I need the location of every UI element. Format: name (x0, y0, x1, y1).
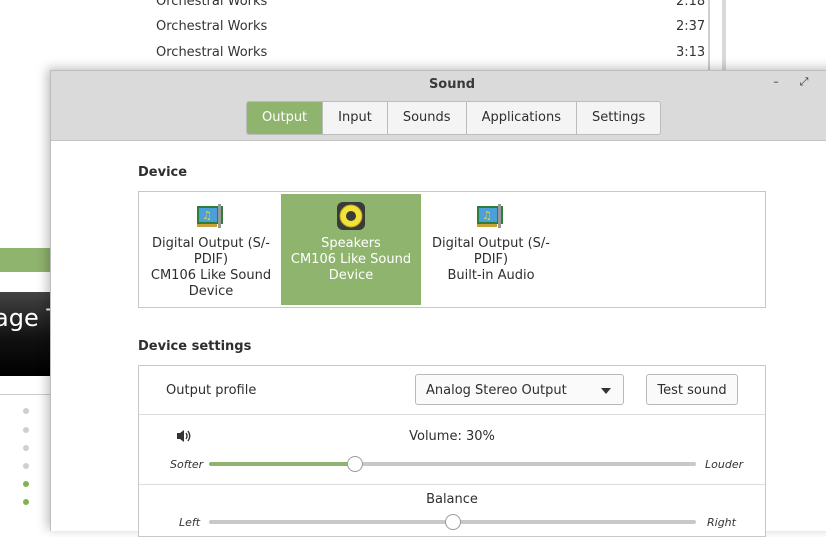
background-scrollbar[interactable] (708, 0, 710, 70)
track-duration: 2:37 (676, 19, 706, 34)
device-label: Speakers CM106 Like Sound Device (290, 236, 412, 283)
sound-dialog: Sound – ⤢ Output Input Sounds Applicatio… (50, 70, 826, 537)
test-sound-button[interactable]: Test sound (646, 374, 738, 405)
device-label: Digital Output (S/-PDIF) Built-in Audio (432, 236, 550, 283)
volume-slider-fill (209, 462, 356, 466)
balance-slider-handle[interactable] (444, 514, 461, 530)
background-window-edge (722, 0, 726, 70)
track-name: Orchestral Works (156, 19, 268, 34)
track-duration: 3:13 (676, 45, 706, 60)
balance-left-label: Left (179, 516, 201, 529)
list-item[interactable]: Orchestral Works 3:13 (156, 45, 705, 60)
svg-text:♫: ♫ (482, 209, 492, 222)
list-item[interactable]: Orchestral Works 2:18 (156, 0, 705, 9)
track-name: Orchestral Works (156, 45, 268, 60)
device-digital-output-builtin[interactable]: ♫ Digital Output (S/-PDIF) Built-in Audi… (421, 194, 561, 305)
background-dot (23, 463, 29, 469)
window-title: Sound (428, 77, 476, 92)
device-speakers-cm106[interactable]: Speakers CM106 Like Sound Device (281, 194, 421, 305)
sound-card-icon: ♫ (197, 204, 223, 228)
device-list: ♫ Digital Output (S/-PDIF) CM106 Like So… (138, 191, 766, 308)
background-track-list: Orchestral Works 2:18 Orchestral Works 2… (0, 0, 826, 70)
background-dot (23, 445, 29, 451)
output-profile-value: Analog Stereo Output (426, 383, 567, 398)
track-duration: 2:18 (676, 0, 706, 9)
chevron-down-icon (601, 388, 611, 394)
device-label: Digital Output (S/-PDIF) CM106 Like Soun… (150, 236, 272, 299)
device-settings-panel: Output profile Analog Stereo Output Test… (138, 365, 766, 537)
softer-label: Softer (170, 458, 204, 471)
maximize-button[interactable]: ⤢ (797, 75, 811, 89)
volume-slider[interactable] (209, 456, 696, 472)
device-heading: Device (138, 165, 188, 180)
track-name: Orchestral Works (156, 0, 268, 9)
device-settings-heading: Device settings (138, 339, 252, 354)
background-dot (23, 408, 29, 414)
tab-bar: Output Input Sounds Applications Setting… (246, 101, 662, 135)
background-dot (23, 481, 29, 487)
output-profile-label: Output profile (166, 383, 257, 398)
speaker-icon (337, 202, 365, 230)
sound-card-icon: ♫ (477, 204, 503, 228)
volume-label: Volume: 30% (409, 429, 495, 444)
background-green-bar (0, 248, 52, 272)
balance-right-label: Right (707, 516, 736, 529)
tab-sounds[interactable]: Sounds (388, 102, 467, 134)
tab-input[interactable]: Input (323, 102, 388, 134)
output-profile-select[interactable]: Analog Stereo Output (415, 374, 624, 405)
row-divider (139, 414, 765, 415)
tab-settings[interactable]: Settings (577, 102, 660, 134)
louder-label: Louder (705, 458, 744, 471)
titlebar[interactable]: Sound – ⤢ Output Input Sounds Applicatio… (51, 71, 826, 141)
background-banner: age T (0, 292, 52, 376)
background-banner-text: age T (0, 304, 52, 332)
minimize-button[interactable]: – (769, 75, 783, 89)
list-item[interactable]: Orchestral Works 2:37 (156, 19, 705, 34)
background-dot (23, 427, 29, 433)
background-divider (0, 394, 52, 395)
device-digital-output-cm106[interactable]: ♫ Digital Output (S/-PDIF) CM106 Like So… (141, 194, 281, 305)
row-divider (139, 484, 765, 485)
tab-output[interactable]: Output (247, 102, 324, 134)
balance-label: Balance (426, 492, 478, 507)
tab-applications[interactable]: Applications (467, 102, 577, 134)
volume-slider-handle[interactable] (347, 456, 364, 472)
svg-text:♫: ♫ (202, 209, 212, 222)
background-dot (23, 499, 29, 505)
